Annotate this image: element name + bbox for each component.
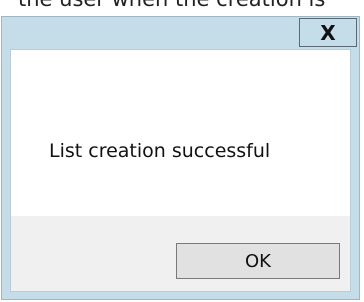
page: the user when the creation is X List cre… — [0, 0, 364, 302]
button-footer: OK — [11, 216, 350, 291]
close-button[interactable]: X — [299, 18, 357, 47]
title-bar: X — [2, 17, 359, 47]
close-icon: X — [320, 20, 336, 45]
background-text: the user when the creation is — [18, 0, 325, 11]
message-dialog: X List creation successful OK — [1, 16, 360, 300]
ok-button[interactable]: OK — [176, 243, 340, 279]
message-text: List creation successful — [49, 140, 271, 162]
dialog-content: List creation successful OK — [10, 49, 351, 292]
